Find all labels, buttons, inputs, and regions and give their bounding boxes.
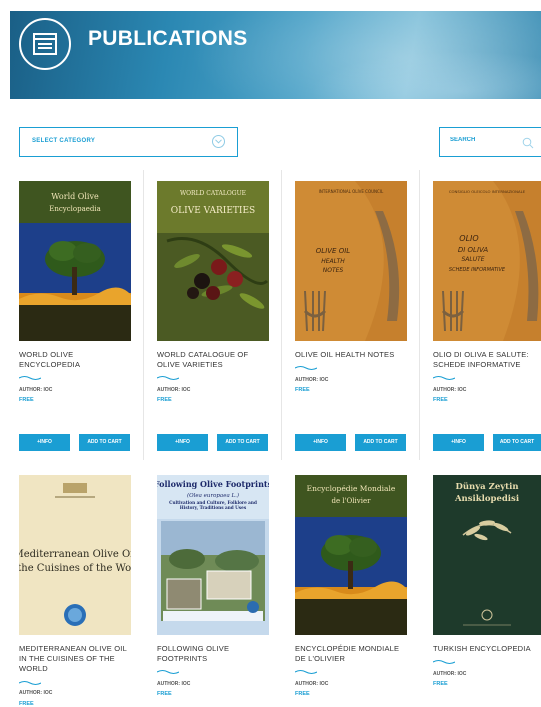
publication-author: AUTHOR: IOC xyxy=(19,387,53,393)
wave-divider xyxy=(433,660,455,664)
info-button[interactable]: +INFO xyxy=(433,434,484,451)
cover-subtitle: SALUTE xyxy=(461,256,484,263)
cover-subtitle: in the Cuisines of the World xyxy=(19,563,131,574)
cover-subtitle: (Olea europaea L.) xyxy=(187,492,239,499)
cover-title: OLIVE OIL xyxy=(316,247,350,255)
publication-card[interactable]: WORLD CATALOGUE OLIVE VARIETIES WORLD CA… xyxy=(157,181,269,456)
publication-price: FREE xyxy=(19,397,34,403)
publication-author: AUTHOR: IOC xyxy=(295,377,329,383)
search-icon[interactable] xyxy=(522,136,534,154)
column-divider xyxy=(281,170,282,460)
publication-author: AUTHOR: IOC xyxy=(19,690,53,696)
publication-title[interactable]: WORLD OLIVE ENCYCLOPEDIA xyxy=(19,350,131,370)
wave-divider xyxy=(19,376,41,380)
cover-subtitle: Ansiklopedisi xyxy=(454,494,520,504)
book-cover[interactable]: Encyclopédie Mondiale de l'Olivier xyxy=(295,475,407,635)
publication-author: AUTHOR: IOC xyxy=(157,681,191,687)
column-divider xyxy=(419,170,420,460)
chevron-down-icon xyxy=(212,135,225,148)
publication-price: FREE xyxy=(157,691,172,697)
book-cover[interactable]: INTERNATIONAL OLIVE COUNCIL OLIVE OIL HE… xyxy=(295,181,407,341)
wave-divider xyxy=(157,670,179,674)
info-button[interactable]: +INFO xyxy=(19,434,70,451)
cover-subtitle: de l'Olivier xyxy=(332,497,372,505)
wave-divider xyxy=(19,681,41,685)
info-button[interactable]: +INFO xyxy=(295,434,346,451)
cover-title: Mediterranean Olive Oil xyxy=(19,549,131,560)
column-divider xyxy=(143,170,144,460)
publication-author: AUTHOR: IOC xyxy=(433,387,467,393)
cover-publisher: CONSIGLIO OLEICOLO INTERNAZIONALE xyxy=(449,189,526,194)
publication-author: AUTHOR: IOC xyxy=(157,387,191,393)
cover-subtitle: OLIVE VARIETIES xyxy=(171,206,255,216)
publication-author: AUTHOR: IOC xyxy=(295,681,329,687)
cover-title: Encyclopédie Mondiale xyxy=(307,484,396,493)
book-cover[interactable]: Mediterranean Olive Oil in the Cuisines … xyxy=(19,475,131,635)
page-banner: PUBLICATIONS xyxy=(10,11,541,99)
book-cover[interactable]: Following Olive Footprints (Olea europae… xyxy=(157,475,269,635)
cover-title: WORLD CATALOGUE xyxy=(180,190,246,197)
add-to-cart-button[interactable]: ADD TO CART xyxy=(355,434,406,451)
wave-divider xyxy=(295,366,317,370)
publication-price: FREE xyxy=(295,691,310,697)
cover-tagline: Cultivation and Culture, Folklore and Hi… xyxy=(169,500,257,510)
page-title: PUBLICATIONS xyxy=(88,27,248,50)
cover-subtitle: HEALTH xyxy=(321,258,345,265)
cover-subtitle: SCHEDE INFORMATIVE xyxy=(449,267,506,273)
publication-price: FREE xyxy=(19,701,34,707)
category-select[interactable]: SELECT CATEGORY xyxy=(19,127,238,157)
add-to-cart-button[interactable]: ADD TO CART xyxy=(79,434,130,451)
publication-price: FREE xyxy=(433,681,448,687)
cover-subtitle: NOTES xyxy=(323,267,344,274)
publication-title[interactable]: FOLLOWING OLIVE FOOTPRINTS xyxy=(157,644,269,664)
cover-title: Following Olive Footprints xyxy=(157,479,269,489)
book-cover[interactable]: Dünya Zeytin Ansiklopedisi xyxy=(433,475,541,635)
publication-title[interactable]: MEDITERRANEAN OLIVE OIL IN THE CUISINES … xyxy=(19,644,131,674)
publication-price: FREE xyxy=(433,397,448,403)
publication-author: AUTHOR: IOC xyxy=(433,671,467,677)
cover-title: Dünya Zeytin xyxy=(455,481,518,492)
category-select-label: SELECT CATEGORY xyxy=(32,138,96,144)
add-to-cart-button[interactable]: ADD TO CART xyxy=(493,434,541,451)
publication-title[interactable]: OLIVE OIL HEALTH NOTES xyxy=(295,350,407,360)
publication-price: FREE xyxy=(157,397,172,403)
wave-divider xyxy=(295,670,317,674)
cover-publisher: INTERNATIONAL OLIVE COUNCIL xyxy=(319,189,384,194)
publication-card[interactable]: Mediterranean Olive Oil in the Cuisines … xyxy=(19,475,131,707)
publication-card[interactable]: INTERNATIONAL OLIVE COUNCIL OLIVE OIL HE… xyxy=(295,181,407,456)
publication-title[interactable]: WORLD CATALOGUE OF OLIVE VARIETIES xyxy=(157,350,269,370)
wave-divider xyxy=(157,376,179,380)
publication-card[interactable]: World Olive Encyclopaedia WORLD OLIVE EN… xyxy=(19,181,131,456)
publication-card[interactable]: Dünya Zeytin Ansiklopedisi TURKISH ENCYC… xyxy=(433,475,541,707)
add-to-cart-button[interactable]: ADD TO CART xyxy=(217,434,268,451)
publication-title[interactable]: TURKISH ENCYCLOPEDIA xyxy=(433,644,541,654)
publication-title[interactable]: ENCYCLOPÉDIE MONDIALE DE L'OLIVIER xyxy=(295,644,407,664)
publications-icon xyxy=(19,18,71,70)
book-cover[interactable]: CONSIGLIO OLEICOLO INTERNAZIONALE OLIO D… xyxy=(433,181,541,341)
cover-subtitle: DI OLIVA xyxy=(458,246,488,254)
book-cover[interactable]: World Olive Encyclopaedia xyxy=(19,181,131,341)
search-box[interactable] xyxy=(439,127,541,157)
publication-card[interactable]: CONSIGLIO OLEICOLO INTERNAZIONALE OLIO D… xyxy=(433,181,541,456)
wave-divider xyxy=(433,376,455,380)
info-button[interactable]: +INFO xyxy=(157,434,208,451)
search-input[interactable] xyxy=(450,137,510,143)
book-cover[interactable]: WORLD CATALOGUE OLIVE VARIETIES xyxy=(157,181,269,341)
cover-subtitle: Encyclopaedia xyxy=(49,205,101,213)
cover-title: OLIO xyxy=(459,234,478,243)
publication-card[interactable]: Following Olive Footprints (Olea europae… xyxy=(157,475,269,707)
publication-price: FREE xyxy=(295,387,310,393)
cover-title: World Olive xyxy=(51,192,99,201)
publication-card[interactable]: Encyclopédie Mondiale de l'Olivier ENCYC… xyxy=(295,475,407,707)
publication-title[interactable]: OLIO DI OLIVA E SALUTE: SCHEDE INFORMATI… xyxy=(433,350,541,370)
